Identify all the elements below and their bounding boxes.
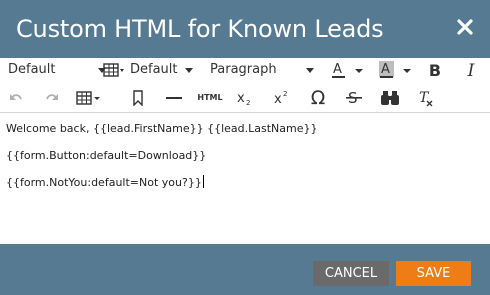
clear-formatting-icon[interactable]: T	[414, 86, 438, 110]
italic-icon[interactable]: I	[459, 59, 483, 83]
block-format-value: Paragraph	[210, 62, 277, 77]
special-character-icon[interactable]: Ω	[306, 86, 330, 110]
strikethrough-icon[interactable]: S	[342, 86, 366, 110]
svg-text:x: x	[237, 91, 245, 106]
font-family-value: Default	[8, 62, 56, 77]
bold-icon[interactable]: B	[423, 59, 447, 83]
dialog-footer: CANCEL SAVE	[0, 244, 490, 295]
svg-text:T: T	[419, 90, 430, 106]
chevron-down-icon	[185, 68, 193, 73]
editor-line-notyou-text: {{form.NotYou:default=Not you?}}	[6, 176, 202, 189]
close-icon[interactable]	[456, 18, 474, 36]
chevron-down-icon	[306, 68, 314, 73]
svg-text:x: x	[274, 92, 282, 107]
binoculars-icon[interactable]	[378, 86, 402, 110]
editor-line-button-token: {{form.Button:default=Download}}	[6, 149, 207, 162]
undo-icon[interactable]	[4, 86, 28, 110]
svg-text:2: 2	[283, 90, 287, 98]
text-color-icon[interactable]: A	[330, 59, 366, 83]
horizontal-rule-icon[interactable]	[162, 86, 186, 110]
custom-html-dialog: Custom HTML for Known Leads Default Defa…	[0, 0, 490, 295]
redo-icon[interactable]	[40, 86, 64, 110]
background-color-icon[interactable]: A	[378, 59, 414, 83]
text-cursor	[202, 175, 204, 188]
svg-text:2: 2	[246, 99, 250, 107]
editor-line-notyou-token: {{form.NotYou:default=Not you?}}	[6, 175, 204, 190]
toolbar-row-1: Default Default Paragraph A A B I	[0, 58, 490, 84]
svg-text:A: A	[333, 62, 342, 77]
table-icon[interactable]	[102, 58, 126, 82]
cancel-button[interactable]: CANCEL	[313, 261, 389, 286]
svg-text:A: A	[381, 62, 390, 77]
block-format-dropdown[interactable]: Paragraph	[210, 60, 318, 80]
superscript-icon[interactable]: x 2	[270, 86, 294, 110]
dialog-header: Custom HTML for Known Leads	[0, 0, 490, 58]
dialog-title: Custom HTML for Known Leads	[16, 15, 384, 43]
html-editor-content[interactable]: Welcome back, {{lead.FirstName}} {{lead.…	[0, 114, 490, 244]
toolbar-row-2: HTML x 2 x 2 Ω S T	[0, 84, 490, 110]
save-button[interactable]: SAVE	[396, 261, 471, 286]
font-family-dropdown[interactable]: Default	[8, 60, 106, 80]
insert-table-icon[interactable]	[76, 86, 102, 110]
html-source-icon[interactable]: HTML	[197, 86, 223, 110]
font-size-dropdown[interactable]: Default	[130, 60, 194, 80]
subscript-icon[interactable]: x 2	[233, 86, 257, 110]
editor-toolbar: Default Default Paragraph A A B I HTML x…	[0, 58, 490, 113]
editor-line-welcome: Welcome back, {{lead.FirstName}} {{lead.…	[6, 122, 318, 135]
font-size-value: Default	[130, 62, 178, 77]
bookmark-icon[interactable]	[126, 86, 150, 110]
